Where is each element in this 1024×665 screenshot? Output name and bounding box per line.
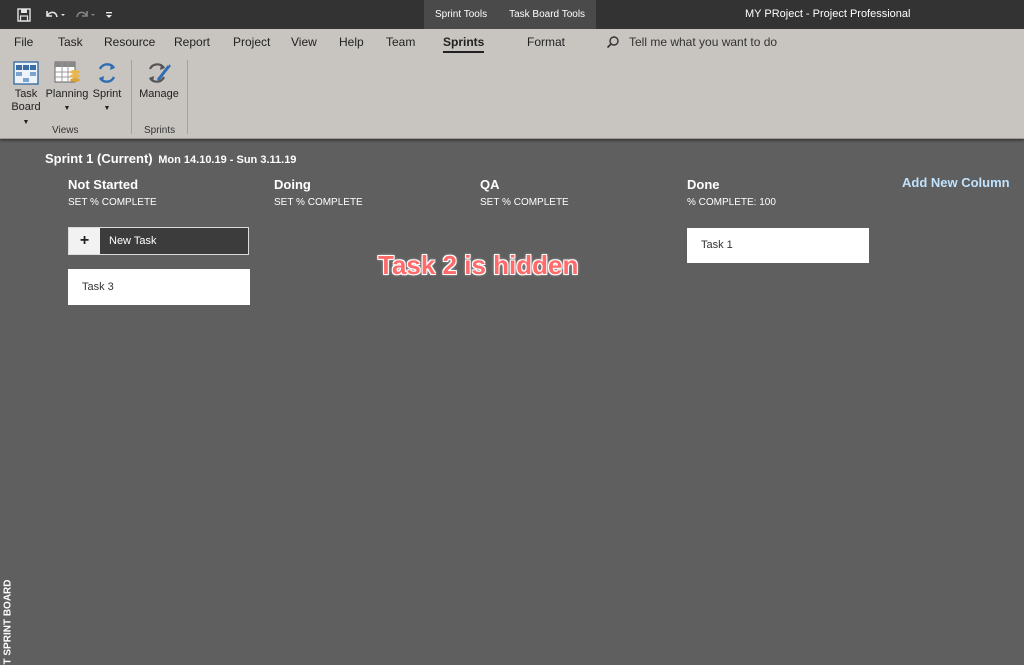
menu-sprints[interactable]: Sprints: [443, 29, 485, 56]
task-board-tools-tab[interactable]: Task Board Tools: [498, 0, 596, 29]
new-task-button[interactable]: + New Task: [68, 227, 249, 255]
column-subtitle-qa[interactable]: SET % COMPLETE: [480, 197, 569, 208]
sprint-header: Sprint 1 (Current) Mon 14.10.19 - Sun 3.…: [45, 151, 296, 166]
menu-bar: File Task Resource Report Project View H…: [0, 29, 1024, 56]
manage-button[interactable]: Manage: [137, 60, 181, 101]
tell-me-search[interactable]: Tell me what you want to do: [629, 29, 777, 56]
sprint-board-side-label: T SPRINT BOARD: [2, 579, 14, 665]
sprint-cycle-icon: [98, 63, 116, 83]
column-subtitle-doing[interactable]: SET % COMPLETE: [274, 197, 363, 208]
plus-icon: +: [69, 228, 100, 254]
task-card-label: Task 1: [701, 239, 733, 251]
sprints-group-label: Sprints: [144, 125, 176, 136]
task-board-label-1: Task: [14, 88, 38, 100]
menu-view[interactable]: View: [291, 29, 317, 56]
task-card-task-3[interactable]: Task 3: [68, 269, 250, 305]
annotation-text: Task 2 is hidden: [378, 250, 579, 280]
planning-icon: [54, 61, 80, 83]
menu-project[interactable]: Project: [233, 29, 270, 56]
menu-format[interactable]: Format: [527, 29, 565, 56]
group-separator: [187, 60, 188, 134]
menu-file[interactable]: File: [14, 29, 33, 56]
sprint-button[interactable]: Sprint ▼: [91, 60, 123, 115]
task-board-icon: [13, 61, 39, 85]
task-board-button[interactable]: Task Board ▼: [8, 60, 44, 129]
contextual-tabs: Sprint Tools Task Board Tools: [424, 0, 597, 29]
group-separator: [131, 60, 132, 134]
task-card-task-1[interactable]: Task 1: [687, 228, 869, 263]
redo-icon[interactable]: [72, 6, 100, 24]
sprint-tools-tab[interactable]: Sprint Tools: [424, 0, 498, 29]
manage-label: Manage: [139, 88, 179, 100]
app-title: MY PRoject - Project Professional: [745, 8, 911, 20]
undo-icon[interactable]: [40, 6, 68, 24]
manage-sprints-icon: [149, 63, 171, 83]
ribbon: Task Board ▼ Planning ▼ Sprint ▼ Views M…: [0, 56, 1024, 139]
views-group-label: Views: [52, 125, 79, 136]
sprint-board: Sprint 1 (Current) Mon 14.10.19 - Sun 3.…: [0, 139, 1024, 665]
sprint-name: Sprint 1 (Current): [45, 151, 153, 166]
customize-icon[interactable]: [102, 6, 116, 24]
chevron-down-icon: ▼: [22, 119, 30, 126]
column-title-doing[interactable]: Doing: [274, 177, 311, 192]
menu-resource[interactable]: Resource: [104, 29, 155, 56]
sprint-dates: Mon 14.10.19 - Sun 3.11.19: [158, 154, 297, 166]
menu-help[interactable]: Help: [339, 29, 364, 56]
menu-team[interactable]: Team: [386, 29, 415, 56]
task-board-label-2: Board: [11, 101, 41, 113]
column-title-not-started[interactable]: Not Started: [68, 177, 138, 192]
column-subtitle-not-started[interactable]: SET % COMPLETE: [68, 197, 157, 208]
planning-label: Planning: [45, 88, 89, 100]
planning-button[interactable]: Planning ▼: [45, 60, 89, 115]
save-icon[interactable]: [14, 6, 34, 24]
column-title-qa[interactable]: QA: [480, 177, 500, 192]
chevron-down-icon: ▼: [63, 105, 71, 112]
chevron-down-icon: ▼: [103, 105, 111, 112]
menu-report[interactable]: Report: [174, 29, 210, 56]
column-title-done[interactable]: Done: [687, 177, 720, 192]
sprint-label: Sprint: [92, 88, 122, 100]
task-card-label: Task 3: [82, 281, 114, 293]
new-task-label: New Task: [109, 235, 157, 247]
menu-task[interactable]: Task: [58, 29, 83, 56]
search-icon[interactable]: [606, 35, 620, 49]
column-subtitle-done[interactable]: % COMPLETE: 100: [687, 197, 776, 208]
title-bar: Sprint Tools Task Board Tools MY PRoject…: [0, 0, 1024, 29]
add-new-column-link[interactable]: Add New Column: [902, 175, 1010, 190]
